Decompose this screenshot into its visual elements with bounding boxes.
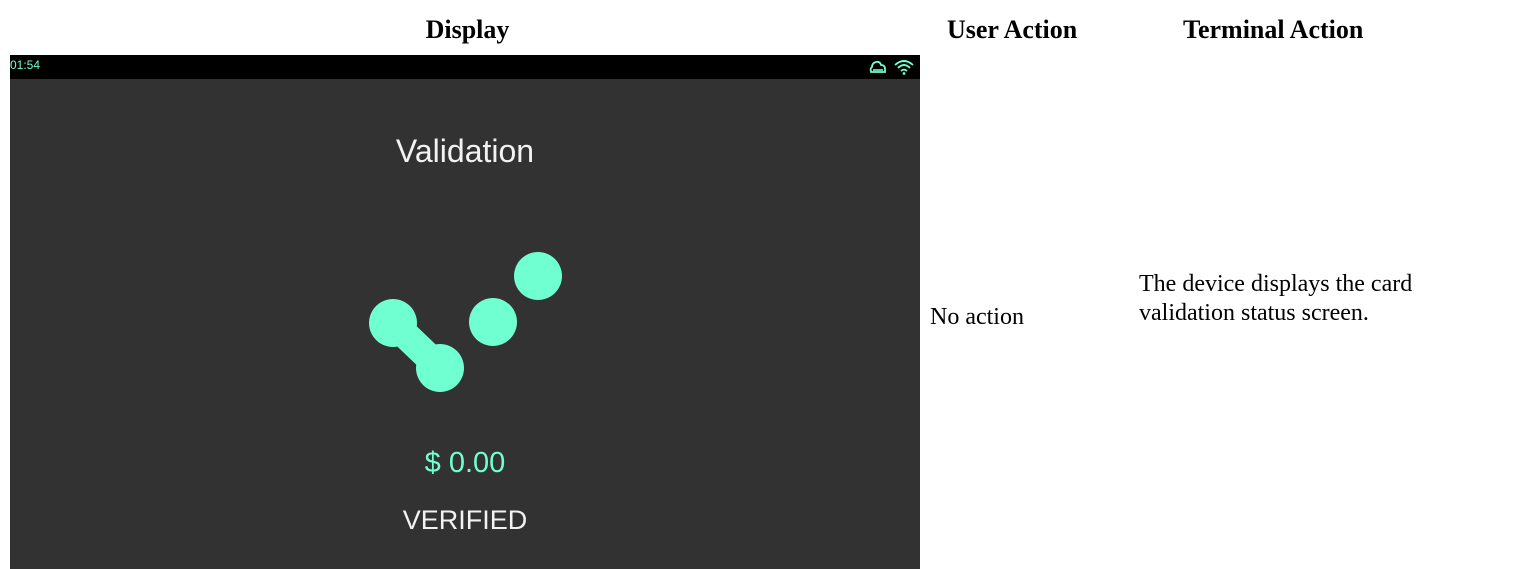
validation-spinner-icon (369, 252, 562, 392)
user-action-cell: No action (930, 304, 1024, 330)
column-header-display: Display (425, 15, 510, 44)
status-bar: 01:54 (10, 55, 920, 79)
verification-status: VERIFIED (402, 505, 528, 535)
device-screen: 01:54 Validation $ 0.00 VERIFIED (10, 55, 920, 569)
cloud-icon (869, 60, 886, 73)
screen-title: Validation (395, 133, 535, 169)
spinner-dot-2 (416, 344, 464, 392)
column-header-user-action: User Action (947, 15, 1078, 44)
spinner-dot-4 (514, 252, 562, 300)
amount-label: $ 0.00 (424, 447, 506, 479)
status-icons (868, 57, 914, 77)
spinner-dot-3 (469, 298, 517, 346)
column-header-terminal-action: Terminal Action (1183, 15, 1364, 44)
spinner-dot-1 (369, 299, 417, 347)
terminal-action-cell: The device displays the card validation … (1139, 271, 1413, 326)
wifi-icon (894, 60, 914, 75)
status-clock: 01:54 (10, 58, 41, 72)
